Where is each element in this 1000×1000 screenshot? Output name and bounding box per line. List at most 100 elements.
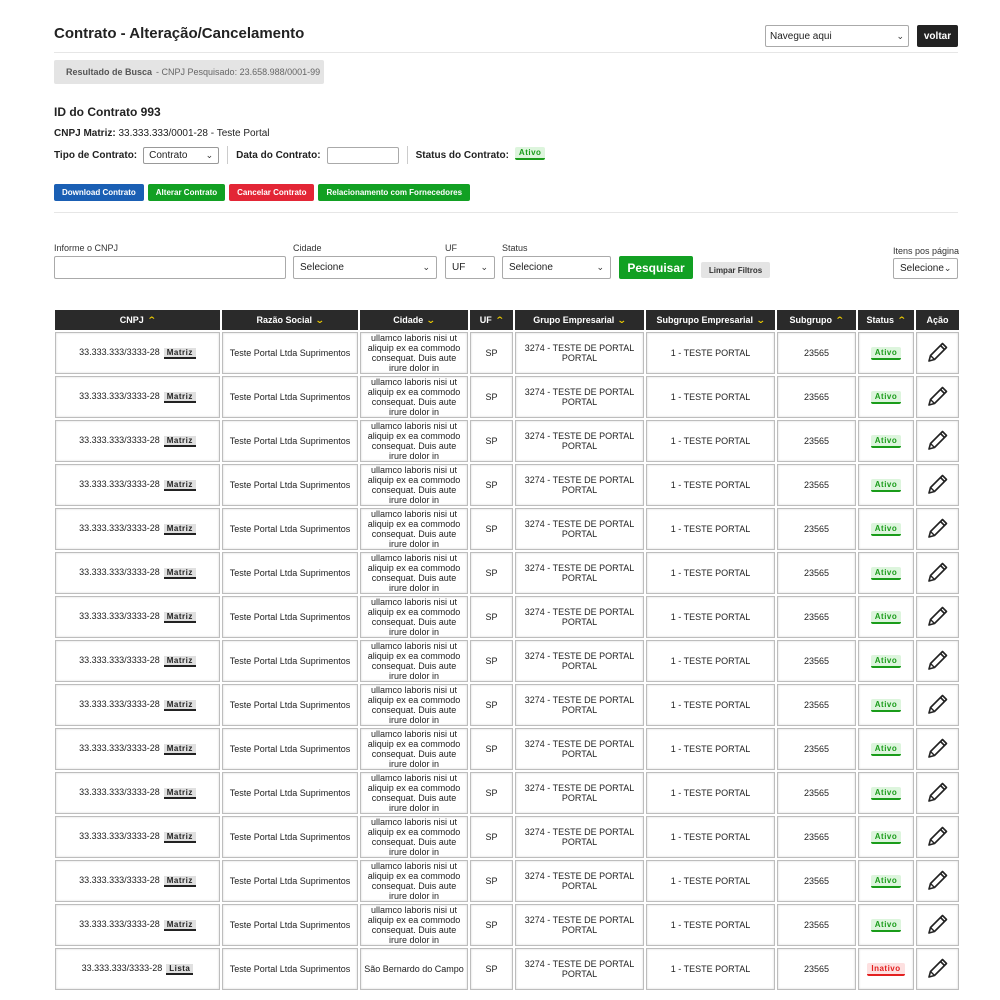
status-badge: Ativo [870,522,902,536]
city-filter-select[interactable]: Selecione ⌄ [293,256,437,279]
per-page-select[interactable]: Selecione ⌄ [893,258,958,279]
alter-contract-button[interactable]: Alterar Contrato [147,184,226,201]
contract-type-value: Contrato [149,149,188,161]
divider [54,52,958,53]
pencil-icon[interactable] [926,516,950,540]
pencil-icon[interactable] [926,648,950,672]
column-header-subgrupo[interactable]: Subgrupo ⌃ [777,310,856,330]
cell-cnpj: 33.333.333/3333-28 Matriz [55,772,220,814]
contract-type-label: Tipo de Contrato: [54,149,138,161]
cidade-value: ullamco laboris nisi ut aliquip ex ea co… [367,510,461,548]
cell-cidade: ullamco laboris nisi ut aliquip ex ea co… [360,376,468,418]
cell-subgrupo: 23565 [777,464,856,506]
cell-subgrupo-empresarial: 1 - TESTE PORTAL [646,464,775,506]
cell-subgrupo-empresarial: 1 - TESTE PORTAL [646,684,775,726]
pencil-icon[interactable] [926,868,950,892]
cell-uf: SP [470,420,513,462]
chevron-down-icon: ⌄ [596,262,604,272]
cell-razao-social: Teste Portal Ltda Suprimentos [222,420,358,462]
back-button[interactable]: voltar [917,25,958,47]
column-header-grupo-empresarial[interactable]: Grupo Empresarial ⌄ [515,310,644,330]
cell-subgrupo-empresarial: 1 - TESTE PORTAL [646,772,775,814]
clear-filters-button[interactable]: Limpar Filtros [701,262,770,278]
status-badge: Ativo [870,478,902,492]
pencil-icon[interactable] [926,736,950,760]
matriz-tag: Matriz [163,348,196,359]
cell-uf: SP [470,464,513,506]
column-header-cnpj[interactable]: CNPJ ⌃ [55,310,220,330]
cell-cnpj: 33.333.333/3333-28 Matriz [55,596,220,638]
pencil-icon[interactable] [926,384,950,408]
cell-subgrupo-empresarial: 1 - TESTE PORTAL [646,596,775,638]
pencil-icon[interactable] [926,604,950,628]
pencil-icon[interactable] [926,472,950,496]
cidade-value: ullamco laboris nisi ut aliquip ex ea co… [367,818,461,856]
matriz-tag: Matriz [163,568,196,579]
cnpj-value: 33.333.333/3333-28 [79,347,160,357]
cidade-value: ullamco laboris nisi ut aliquip ex ea co… [367,686,461,724]
cidade-value: ullamco laboris nisi ut aliquip ex ea co… [367,862,461,900]
status-badge: Ativo [870,390,902,404]
column-header-razao-social[interactable]: Razão Social ⌄ [222,310,358,330]
cidade-value: ullamco laboris nisi ut aliquip ex ea co… [367,906,461,944]
cell-cnpj: 33.333.333/3333-28 Matriz [55,376,220,418]
cell-grupo-empresarial: 3274 - TESTE DE PORTAL PORTAL [515,332,644,374]
cell-acao [916,376,959,418]
cnpj-matriz-value: 33.333.333/0001-28 - Teste Portal [118,128,270,139]
column-header-status[interactable]: Status ⌃ [858,310,914,330]
cell-acao [916,420,959,462]
sort-arrow-icon: ⌄ [314,314,325,325]
column-header-uf[interactable]: UF ⌃ [470,310,513,330]
status-badge: Ativo [870,830,902,844]
pencil-icon[interactable] [926,780,950,804]
column-header-subgrupo-empresarial[interactable]: Subgrupo Empresarial ⌄ [646,310,775,330]
pencil-icon[interactable] [926,692,950,716]
cell-cnpj: 33.333.333/3333-28 Matriz [55,552,220,594]
cell-subgrupo: 23565 [777,640,856,682]
pencil-icon[interactable] [926,560,950,584]
uf-filter-select[interactable]: UF ⌄ [445,256,495,279]
pencil-icon[interactable] [926,912,950,936]
column-header-cidade[interactable]: Cidade ⌄ [360,310,468,330]
cell-grupo-empresarial: 3274 - TESTE DE PORTAL PORTAL [515,816,644,858]
chevron-down-icon: ⌄ [943,263,952,273]
status-filter-label: Status [502,243,528,253]
search-button[interactable]: Pesquisar [619,256,693,279]
pencil-icon[interactable] [926,956,950,980]
status-filter-select[interactable]: Selecione ⌄ [502,256,611,279]
sort-arrow-icon: ⌃ [494,314,505,325]
cancel-contract-button[interactable]: Cancelar Contrato [229,184,315,201]
contract-date-input[interactable] [326,146,399,164]
cell-subgrupo-empresarial: 1 - TESTE PORTAL [646,904,775,946]
contract-type-select[interactable]: Contrato ⌄ [143,146,220,164]
cell-grupo-empresarial: 3274 - TESTE DE PORTAL PORTAL [515,552,644,594]
cnpj-value: 33.333.333/3333-28 [79,831,160,841]
cnpj-value: 33.333.333/3333-28 [79,391,160,401]
cnpj-value: 33.333.333/3333-28 [79,787,160,797]
supplier-relationship-button[interactable]: Relacionamento com Fornecedores [318,184,471,201]
cell-grupo-empresarial: 3274 - TESTE DE PORTAL PORTAL [515,904,644,946]
cidade-value: ullamco laboris nisi ut aliquip ex ea co… [367,642,461,680]
cell-acao [916,596,959,638]
cell-cnpj: 33.333.333/3333-28 Matriz [55,684,220,726]
cidade-value: ullamco laboris nisi ut aliquip ex ea co… [367,598,461,636]
navigation-select[interactable]: Navegue aqui ⌄ [765,25,909,47]
download-contract-button[interactable]: Download Contrato [54,184,144,201]
cell-uf: SP [470,772,513,814]
pencil-icon[interactable] [926,428,950,452]
cell-status: Ativo [858,640,914,682]
cnpj-filter-input[interactable] [54,256,286,279]
cell-subgrupo: 23565 [777,596,856,638]
pencil-icon[interactable] [926,824,950,848]
cell-subgrupo: 23565 [777,904,856,946]
divider [227,146,229,164]
cell-cnpj: 33.333.333/3333-28 Matriz [55,420,220,462]
status-badge: Ativo [870,654,902,668]
cell-status: Ativo [858,816,914,858]
column-header-acao: Ação [916,310,959,330]
sort-arrow-icon: ⌃ [146,314,157,325]
pencil-icon[interactable] [926,340,950,364]
cidade-value: ullamco laboris nisi ut aliquip ex ea co… [367,422,461,460]
cell-razao-social: Teste Portal Ltda Suprimentos [222,772,358,814]
cnpj-filter-label: Informe o CNPJ [54,243,119,253]
